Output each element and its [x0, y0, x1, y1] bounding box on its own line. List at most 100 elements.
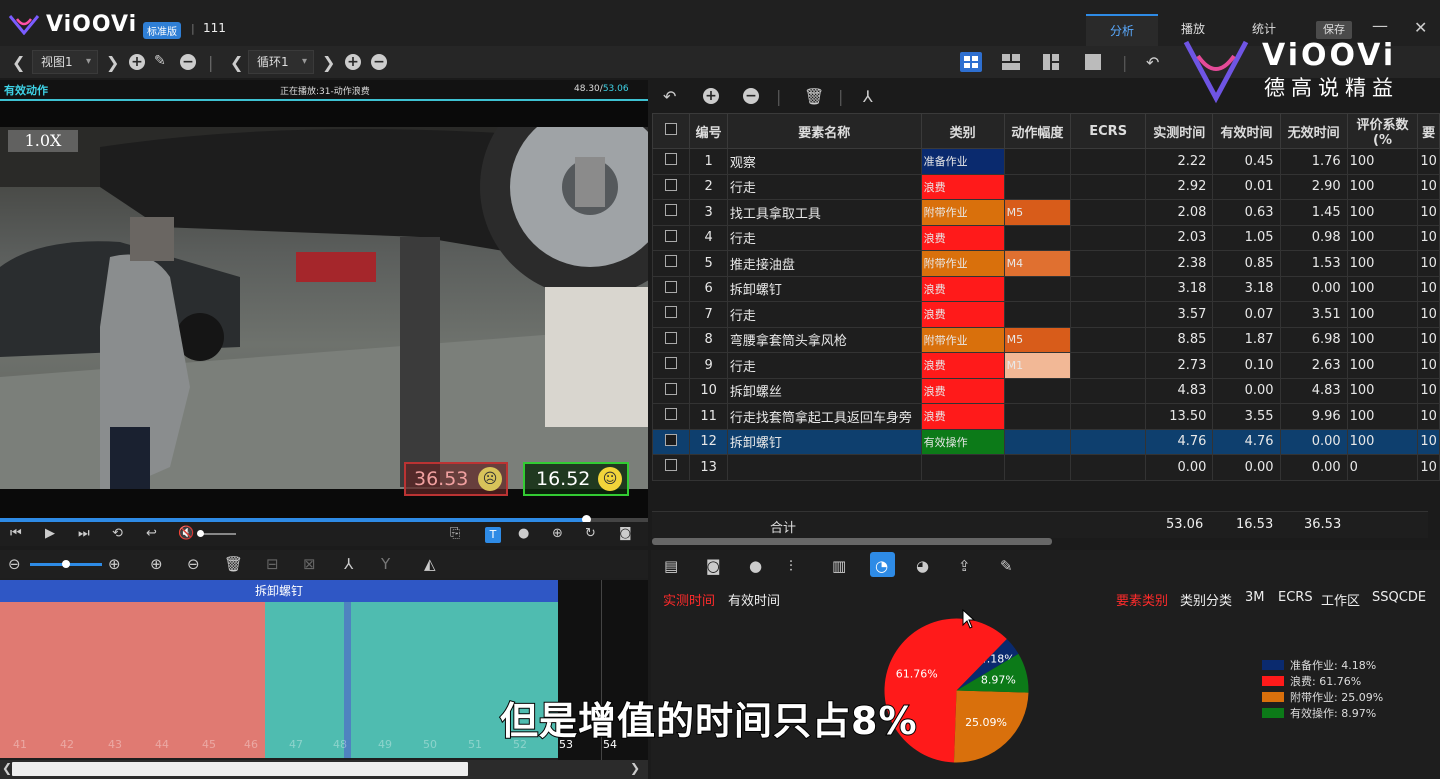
chevron-right-icon[interactable]: ❯ [322, 53, 335, 72]
chevron-right-icon[interactable]: ❯ [106, 53, 119, 72]
rating-cell[interactable]: 100 [1346, 148, 1419, 175]
zoom-in-icon[interactable]: ⊕ [108, 555, 121, 573]
add-view-icon[interactable]: + [129, 54, 145, 70]
table-row[interactable]: 2 行走 浪费 2.92 0.01 2.90 100 10 [651, 173, 1440, 200]
table-row[interactable]: 11 行走找套筒拿起工具返回车身旁 浪费 13.50 3.55 9.96 100 10 [651, 403, 1440, 430]
mirror-icon[interactable]: ◭ [424, 555, 436, 573]
volume-handle[interactable] [197, 530, 204, 537]
split-row-icon[interactable]: ⅄ [863, 87, 873, 106]
amplitude-cell[interactable] [1003, 454, 1072, 481]
ecrs-cell[interactable] [1070, 148, 1147, 175]
pie-chart-icon[interactable]: ◔ [875, 557, 888, 575]
table-row[interactable]: 6 拆卸螺钉 浪费 3.18 3.18 0.00 100 10 [651, 275, 1440, 302]
rating-cell[interactable]: 100 [1346, 224, 1419, 251]
col-header[interactable]: ECRS [1070, 113, 1147, 149]
add-loop-icon[interactable]: + [345, 54, 361, 70]
table-row[interactable]: 10 拆卸螺丝 浪费 4.83 0.00 4.83 100 10 [651, 377, 1440, 404]
amplitude-cell[interactable] [1003, 173, 1072, 200]
category-cell[interactable]: 附带作业 [920, 199, 1005, 226]
table-row[interactable]: 1 观察 准备作业 2.22 0.45 1.76 100 10 [651, 148, 1440, 175]
layout-columns-icon[interactable] [1043, 54, 1059, 70]
rating-cell[interactable]: 100 [1346, 250, 1419, 277]
merge-icon[interactable]: Y [381, 555, 390, 573]
close-button[interactable]: ✕ [1414, 18, 1427, 37]
ecrs-cell[interactable] [1070, 173, 1147, 200]
ecrs-cell[interactable] [1070, 326, 1147, 353]
edit-icon[interactable]: ✎ [154, 53, 166, 69]
clear-icon[interactable]: ⊠ [303, 555, 316, 573]
rating-cell[interactable]: 100 [1346, 326, 1419, 353]
view-select[interactable]: 视图1 [32, 50, 98, 74]
video-frame[interactable] [0, 127, 648, 489]
ecrs-cell[interactable] [1070, 199, 1147, 226]
chevron-left-icon[interactable]: ❮ [230, 53, 243, 72]
category-cell[interactable]: 浪费 [920, 377, 1005, 404]
ecrs-cell[interactable] [1070, 250, 1147, 277]
category-cell[interactable] [920, 454, 1005, 481]
undo-icon[interactable]: ↶ [1146, 53, 1159, 72]
ecrs-cell[interactable] [1070, 454, 1147, 481]
col-header[interactable]: 要素名称 [726, 113, 922, 149]
rating-cell[interactable]: 100 [1346, 377, 1419, 404]
category-cell[interactable]: 浪费 [920, 403, 1005, 430]
skip-back-icon[interactable]: ⏮ [10, 526, 22, 541]
element-name[interactable]: 拆卸螺钉 [726, 428, 922, 455]
upload-folder-icon[interactable]: ⇪ [958, 557, 971, 575]
radar-chart-icon[interactable]: ◕ [916, 557, 929, 575]
option-ssqcde[interactable]: SSQCDE [1372, 590, 1426, 605]
option-valid-time[interactable]: 有效时间 [728, 590, 780, 609]
rating-cell[interactable]: 100 [1346, 275, 1419, 302]
loop-icon[interactable]: ⟲ [112, 526, 123, 541]
category-cell[interactable]: 准备作业 [920, 148, 1005, 175]
rating-cell[interactable]: 0 [1346, 454, 1419, 481]
table-row[interactable]: 5 推走接油盘 附带作业 M4 2.38 0.85 1.53 100 10 [651, 250, 1440, 277]
option-measured-time[interactable]: 实测时间 [663, 590, 715, 609]
microphone-icon[interactable]: ● [749, 557, 762, 575]
play-icon[interactable]: ▶ [45, 526, 55, 541]
element-name[interactable]: 行走 [726, 352, 922, 379]
row-checkbox[interactable] [651, 301, 691, 328]
row-checkbox[interactable] [651, 199, 691, 226]
amplitude-cell[interactable] [1003, 403, 1072, 430]
delete-icon[interactable]: 🗑 [224, 555, 243, 573]
element-name[interactable]: 弯腰拿套筒头拿风枪 [726, 326, 922, 353]
element-name[interactable]: 推走接油盘 [726, 250, 922, 277]
rating-cell[interactable]: 100 [1346, 428, 1419, 455]
remove-view-icon[interactable]: − [180, 54, 196, 70]
rating-cell[interactable]: 100 [1346, 301, 1419, 328]
category-cell[interactable]: 附带作业 [920, 250, 1005, 277]
timeline-playhead[interactable] [344, 602, 351, 758]
skip-forward-icon[interactable]: ⏭ [78, 526, 90, 541]
amplitude-cell[interactable] [1003, 275, 1072, 302]
category-cell[interactable]: 附带作业 [920, 326, 1005, 353]
amplitude-cell[interactable]: M5 [1003, 326, 1072, 353]
option-ecrs[interactable]: ECRS [1278, 590, 1313, 605]
layout-single-icon[interactable] [1085, 54, 1101, 70]
amplitude-cell[interactable] [1003, 148, 1072, 175]
col-header[interactable]: 动作幅度 [1003, 113, 1072, 149]
timeline-segment-title[interactable]: 拆卸螺钉 [0, 580, 558, 602]
ecrs-cell[interactable] [1070, 428, 1147, 455]
undo-icon[interactable]: ↶ [663, 87, 676, 106]
timeline-zoom-handle[interactable] [62, 560, 70, 568]
table-row[interactable]: 12 拆卸螺钉 有效操作 4.76 4.76 0.00 100 10 [651, 428, 1440, 455]
row-checkbox[interactable] [651, 454, 691, 481]
equalizer-icon[interactable]: ⫶ [789, 557, 793, 575]
add-row-icon[interactable]: + [703, 88, 719, 104]
ecrs-cell[interactable] [1070, 403, 1147, 430]
element-name[interactable]: 拆卸螺丝 [726, 377, 922, 404]
category-cell[interactable]: 浪费 [920, 352, 1005, 379]
category-cell[interactable]: 浪费 [920, 224, 1005, 251]
row-checkbox[interactable] [651, 148, 691, 175]
timeline-scroll-thumb[interactable] [12, 762, 468, 776]
select-all-checkbox[interactable] [651, 113, 691, 149]
remove-segment-icon[interactable]: ⊖ [187, 555, 200, 573]
amplitude-cell[interactable] [1003, 224, 1072, 251]
remove-loop-icon[interactable]: − [371, 54, 387, 70]
return-icon[interactable]: ↩ [146, 526, 157, 541]
row-checkbox[interactable] [651, 326, 691, 353]
layout-grid-icon[interactable] [960, 52, 982, 72]
comment-icon[interactable]: ▤ [664, 557, 678, 575]
zoom-in-icon[interactable]: ⊕ [552, 526, 563, 541]
rotate-icon[interactable]: ↻ [585, 526, 596, 541]
